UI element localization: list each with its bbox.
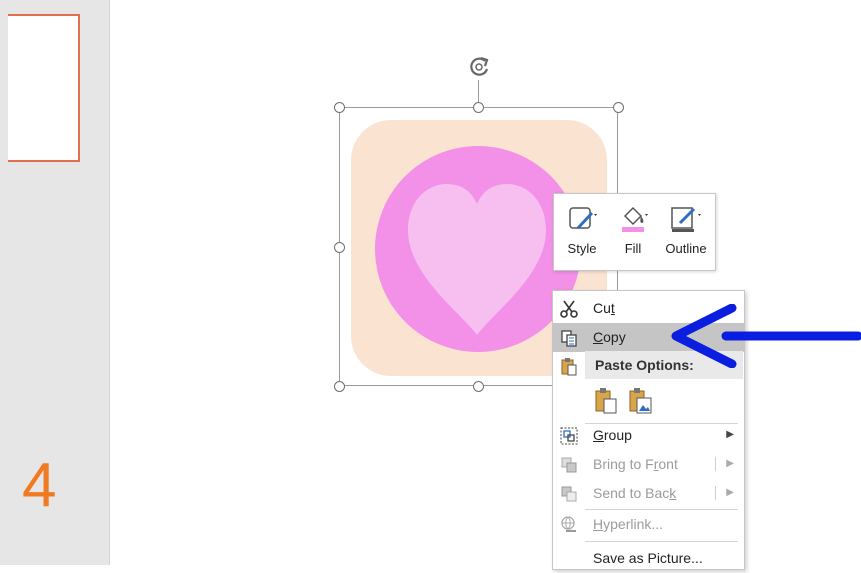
resize-handle-top[interactable] [473, 102, 484, 113]
menu-item-hyperlink[interactable]: Hyperlink... [553, 510, 744, 539]
resize-handle-bottom-left[interactable] [334, 381, 345, 392]
split-divider [715, 457, 716, 471]
paste-option-keep-formatting[interactable] [593, 387, 619, 415]
resize-handle-left[interactable] [334, 242, 345, 253]
paste-picture-icon [629, 388, 652, 414]
send-to-back-icon [561, 486, 577, 502]
resize-handle-top-left[interactable] [334, 102, 345, 113]
menu-separator [585, 541, 738, 542]
submenu-arrow-icon: ▶ [726, 458, 734, 469]
resize-handle-bottom[interactable] [473, 381, 484, 392]
copy-icon [561, 330, 577, 347]
group-icon [560, 427, 578, 445]
resize-handle-top-right[interactable] [613, 102, 624, 113]
fill-bucket-icon [622, 206, 648, 232]
split-divider [715, 486, 716, 500]
menu-item-group[interactable]: Group ▶ [553, 421, 744, 450]
style-button[interactable]: Style [558, 200, 606, 266]
slide-thumbnail-pane: 4 [0, 0, 110, 565]
submenu-arrow-icon: ▶ [726, 487, 734, 498]
paste-icon [561, 358, 577, 376]
submenu-arrow-icon: ▶ [726, 429, 734, 440]
menu-item-label: Send to Back [593, 485, 677, 501]
menu-item-label: Bring to Front [593, 456, 678, 472]
menu-item-label: Save as Picture... [593, 550, 703, 566]
rotate-icon[interactable] [466, 54, 492, 80]
blue-arrow-annotation [671, 304, 861, 368]
menu-item-label: Cut [593, 300, 615, 316]
paste-option-picture[interactable] [627, 387, 653, 415]
outline-button[interactable]: Outline [658, 200, 714, 266]
slide-thumbnail[interactable] [8, 14, 80, 162]
paste-icon [595, 388, 617, 414]
scissors-icon [560, 300, 578, 318]
fill-label: Fill [624, 241, 642, 256]
menu-item-label: Hyperlink... [593, 516, 664, 532]
paste-icon-cell [553, 352, 585, 381]
hyperlink-icon [561, 516, 576, 532]
mini-toolbar: Style Fill Outline [553, 193, 716, 271]
menu-item-bring-to-front[interactable]: Bring to Front ▶ [553, 450, 744, 479]
outline-label: Outline [665, 241, 707, 256]
style-label: Style [567, 241, 597, 256]
bring-to-front-icon [561, 457, 577, 473]
menu-item-label: Copy [593, 329, 626, 345]
outline-pen-icon [671, 207, 701, 232]
fill-button[interactable]: Fill [609, 200, 657, 266]
slide-number: 4 [22, 451, 57, 520]
style-icon [569, 207, 597, 230]
menu-item-save-as-picture[interactable]: Save as Picture... [553, 544, 744, 573]
menu-item-label: Group [593, 427, 632, 443]
menu-item-send-to-back[interactable]: Send to Back ▶ [553, 479, 744, 508]
